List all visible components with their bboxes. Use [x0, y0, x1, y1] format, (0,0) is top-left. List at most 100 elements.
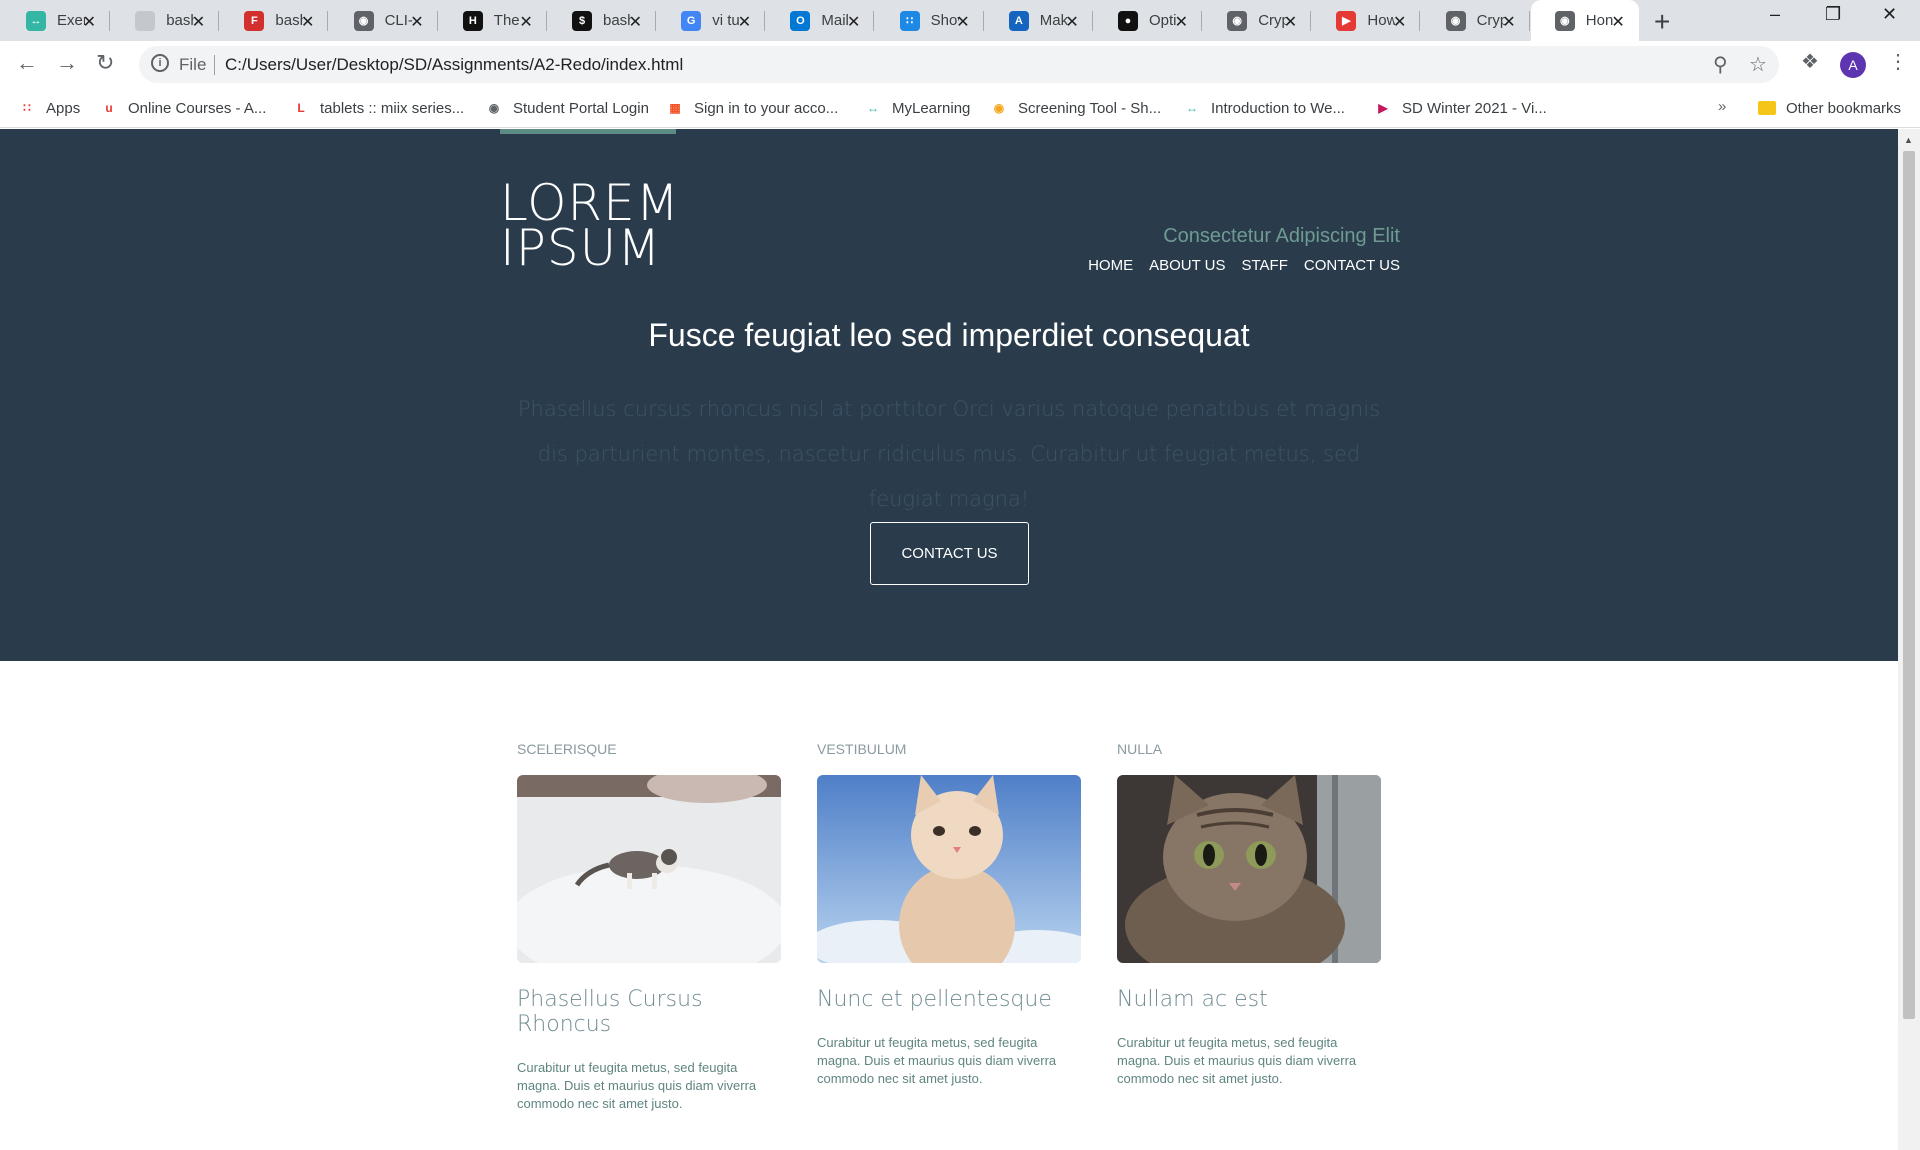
- tab-close-icon[interactable]: ✕: [1175, 12, 1188, 32]
- bookmark-item[interactable]: ↔ MyLearning: [864, 94, 970, 122]
- back-icon[interactable]: ←: [16, 50, 38, 76]
- tab-close-icon[interactable]: ✕: [629, 12, 642, 32]
- card-title: Phasellus Cursus Rhoncus: [517, 987, 703, 1037]
- browser-tab[interactable]: ● Opti ✕: [1094, 0, 1202, 41]
- tab-close-icon[interactable]: ✕: [410, 12, 423, 32]
- browser-tab[interactable]: Gvi tu ✕: [657, 0, 766, 41]
- menu-icon[interactable]: ⋮: [1888, 49, 1908, 74]
- page-scrollbar[interactable]: ▲: [1898, 129, 1920, 1150]
- tab-separator: [1310, 11, 1312, 31]
- bookmark-favicon-icon: ▶: [1378, 101, 1388, 115]
- bookmark-item[interactable]: ◉ Student Portal Login: [485, 94, 649, 122]
- kitten-snow-image: [517, 775, 781, 963]
- tab-close-icon[interactable]: ✕: [1393, 12, 1406, 32]
- card-label: VESTIBULUM: [817, 741, 907, 757]
- close-window-icon[interactable]: ✕: [1882, 4, 1897, 25]
- logo-line-2: IPSUM: [500, 219, 662, 277]
- tab-close-icon[interactable]: ✕: [956, 12, 969, 32]
- tab-separator: [327, 11, 329, 31]
- browser-tab[interactable]: $ bash✕: [548, 0, 656, 41]
- main-nav: HOME ABOUT US STAFF CONTACT US: [1088, 257, 1400, 274]
- tabby-kitten-image: [1117, 775, 1381, 963]
- tab-close-icon[interactable]: ✕: [738, 12, 751, 32]
- bookmark-label: SD Winter 2021 - Vi...: [1402, 99, 1547, 117]
- card-description: Curabitur ut feugita metus, sed feugita …: [817, 1035, 1057, 1086]
- browser-tab[interactable]: ◉ CLI- ✕: [330, 0, 438, 41]
- bookmark-item[interactable]: ◉ Screening Tool - Sh...: [990, 94, 1161, 122]
- bookmark-item[interactable]: Ltablets :: miix series...: [292, 94, 464, 122]
- browser-tab[interactable]: Fbash✕: [220, 0, 329, 41]
- nav-about-us[interactable]: ABOUT US: [1149, 257, 1225, 274]
- extensions-icon[interactable]: ❖: [1801, 49, 1819, 74]
- dots-icon: ∷: [899, 10, 920, 31]
- restore-icon[interactable]: ❐: [1825, 4, 1841, 25]
- bookmark-item[interactable]: ▦ Sign in to your acco...: [666, 94, 838, 122]
- tab-separator: [1528, 11, 1530, 31]
- browser-tab[interactable]: ◉ Cryp ✕: [1203, 0, 1312, 41]
- tab-separator: [436, 11, 438, 31]
- nav-home[interactable]: HOME: [1088, 257, 1133, 274]
- tab-close-icon[interactable]: ✕: [1611, 12, 1624, 32]
- tab-close-icon[interactable]: ✕: [301, 12, 314, 32]
- tab-title: Mail: [821, 12, 849, 29]
- scroll-up-icon[interactable]: ▲: [1904, 135, 1913, 145]
- card-title: Nunc et pellentesque: [817, 987, 1052, 1012]
- address-bar[interactable]: i File C:/Users/User/Desktop/SD/Assignme…: [139, 46, 1779, 83]
- browser-tab[interactable]: ∷ Shov✕: [876, 0, 984, 41]
- browser-tab[interactable]: ◉ Hon ✕: [1530, 0, 1639, 41]
- browser-tab[interactable]: bash✕: [111, 0, 220, 41]
- stripe-link-icon: ↔: [26, 10, 46, 31]
- scroll-thumb[interactable]: [1903, 151, 1915, 1019]
- tab-close-icon[interactable]: ✕: [192, 12, 205, 32]
- avatar[interactable]: A: [1840, 52, 1866, 78]
- browser-tab[interactable]: H The ✕: [439, 0, 547, 41]
- site-info-icon[interactable]: i: [151, 54, 169, 72]
- feature-card: SCELERISQUE Phasellus Cursus Rhoncus Cur…: [517, 741, 781, 1113]
- bookmark-item[interactable]: ↔ Introduction to We...: [1183, 94, 1345, 122]
- new-tab-button[interactable]: +: [1654, 6, 1670, 38]
- browser-tab[interactable]: O Mail ✕: [766, 0, 875, 41]
- feature-card: VESTIBULUM Nunc et pellentesque Curabitu…: [817, 741, 1081, 1113]
- bookmark-item[interactable]: ∷ Apps: [18, 94, 80, 122]
- outlook-icon: O: [790, 10, 811, 31]
- contact-us-button[interactable]: CONTACT US: [870, 522, 1029, 585]
- reload-icon[interactable]: ↻: [96, 50, 114, 76]
- url-text[interactable]: C:/Users/User/Desktop/SD/Assignments/A2-…: [225, 55, 683, 75]
- tab-close-icon[interactable]: ✕: [519, 12, 532, 32]
- tab-title: Hon: [1585, 12, 1614, 29]
- forward-icon[interactable]: →: [56, 50, 78, 76]
- play-icon: ▶: [1336, 10, 1357, 31]
- bookmark-favicon-icon: ↔: [867, 101, 879, 115]
- bookmark-label: Introduction to We...: [1211, 99, 1345, 117]
- bookmarks-bar: ∷ Apps u Online Courses - A... Ltablets :: m…: [0, 88, 1920, 128]
- nav-staff[interactable]: STAFF: [1241, 257, 1287, 274]
- tab-close-icon[interactable]: ✕: [83, 12, 96, 32]
- browser-tab[interactable]: ↔ Exer ✕: [2, 0, 110, 41]
- tab-separator: [545, 11, 547, 31]
- tab-close-icon[interactable]: ✕: [1502, 12, 1515, 32]
- hero-text: Phasellus cursus rhoncus nisl at porttit…: [517, 397, 1381, 511]
- zoom-icon[interactable]: ⚲: [1713, 52, 1728, 77]
- tab-close-icon[interactable]: ✕: [1284, 12, 1297, 32]
- bookmark-item[interactable]: ▶ SD Winter 2021 - Vi...: [1374, 94, 1547, 122]
- bookmark-star-icon[interactable]: ☆: [1749, 52, 1767, 77]
- tab-separator: [764, 11, 766, 31]
- bookmark-favicon-icon: ▦: [669, 101, 681, 115]
- minimize-icon[interactable]: –: [1770, 4, 1780, 25]
- tab-close-icon[interactable]: ✕: [847, 12, 860, 32]
- browser-tab[interactable]: A Mak ✕: [985, 0, 1093, 41]
- tagline: Consectetur Adipiscing Elit: [1163, 225, 1400, 247]
- bookmark-favicon-icon: ↔: [1186, 101, 1198, 115]
- bookmarks-overflow-button[interactable]: »: [1718, 98, 1726, 115]
- browser-tab[interactable]: ▶ How ✕: [1312, 0, 1421, 41]
- logo[interactable]: LOREM IPSUM: [500, 178, 680, 277]
- nav-contact-us[interactable]: CONTACT US: [1304, 257, 1400, 274]
- tab-title: bash: [275, 12, 303, 29]
- other-bookmarks[interactable]: Other bookmarks: [1758, 94, 1901, 122]
- feature-card: NULLA Nullam ac est Curabitur ut feugita…: [1117, 741, 1381, 1113]
- bookmark-item[interactable]: u Online Courses - A...: [100, 94, 266, 122]
- globe-icon: ◉: [1445, 10, 1466, 31]
- tab-close-icon[interactable]: ✕: [1065, 12, 1078, 32]
- f-logo-icon: F: [244, 10, 265, 31]
- browser-tab[interactable]: ◉ Cryp ✕: [1422, 0, 1530, 41]
